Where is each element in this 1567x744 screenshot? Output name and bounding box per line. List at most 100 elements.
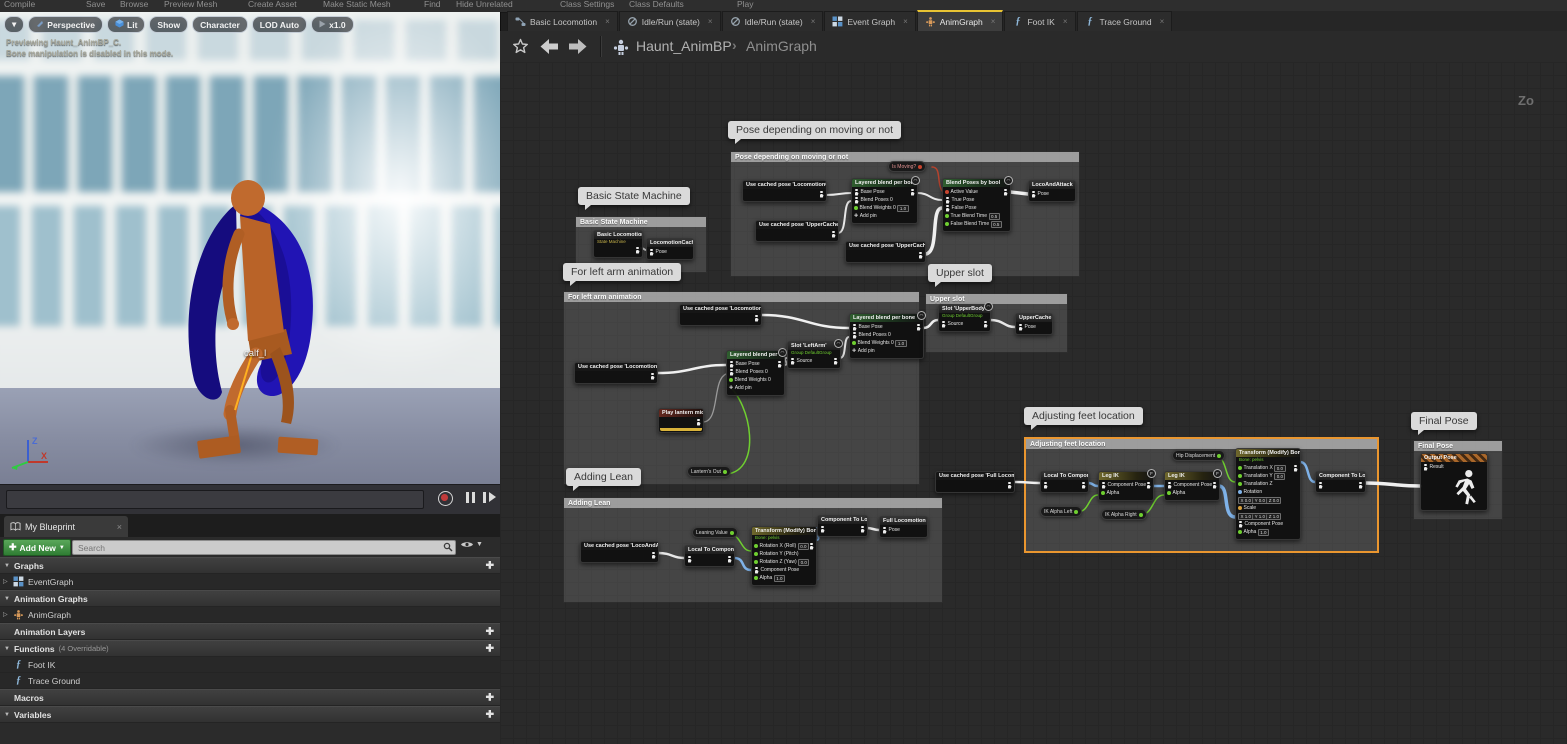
expander-icon[interactable]: ▼: [4, 712, 10, 718]
data-pin-icon[interactable]: [1238, 490, 1242, 494]
data-pin-icon[interactable]: [754, 544, 758, 548]
node-use-cached-pose-locoandattack[interactable]: Use cached pose 'LocoAndAttack': [580, 541, 659, 563]
data-pin-icon[interactable]: [1167, 491, 1171, 495]
pause-button[interactable]: [466, 492, 469, 503]
pose-pin-icon[interactable]: [945, 197, 950, 204]
node-leg-ik[interactable]: FLeg IKComponent PoseAlpha: [1164, 471, 1220, 501]
node-local-to-component[interactable]: Local To Component: [1040, 471, 1089, 493]
data-pin-icon[interactable]: [852, 341, 856, 345]
pose-pin-icon[interactable]: [727, 556, 732, 563]
data-pin-icon[interactable]: [1238, 474, 1242, 478]
record-button[interactable]: [438, 491, 453, 506]
pose-pin-icon[interactable]: [854, 189, 859, 196]
section-animation-layers[interactable]: Animation Layers✚: [0, 623, 500, 640]
pose-pin-icon[interactable]: [1293, 465, 1298, 472]
node-output-pose[interactable]: Output PoseResult: [1420, 453, 1488, 511]
tree-item-eventgraph[interactable]: ▷EventGraph: [0, 574, 500, 590]
add-button[interactable]: ✚: [486, 643, 494, 654]
variable-pill-ik-alpha-left[interactable]: IK Alpha Left: [1040, 506, 1082, 517]
pose-pin-icon[interactable]: [1167, 482, 1172, 489]
pin-value[interactable]: 1.0: [1258, 529, 1269, 537]
viewport-lit-button[interactable]: Lit: [107, 16, 145, 33]
node-layered-blend-per-bone[interactable]: ◠Layered blend per boneBase PoseBlend Po…: [851, 178, 918, 224]
graph-canvas[interactable]: Zo Pose depending on moving or notPose d…: [500, 62, 1567, 744]
pose-pin-icon[interactable]: [1358, 482, 1363, 489]
variable-pill-leaning-value[interactable]: Leaning Value: [692, 527, 738, 538]
pose-pin-icon[interactable]: [809, 543, 814, 550]
toolbar-class-defaults-button[interactable]: Class Defaults: [629, 0, 684, 9]
search-box[interactable]: [72, 540, 456, 555]
node-play-lantern-middle[interactable]: Play lantern middle: [658, 408, 704, 433]
close-icon[interactable]: ×: [1160, 17, 1165, 26]
tab-basic-locomotion[interactable]: Basic Locomotion×: [507, 11, 618, 31]
pose-pin-icon[interactable]: [1238, 521, 1243, 528]
view-options-button[interactable]: ▼: [460, 540, 483, 549]
tab-event-graph[interactable]: Event Graph×: [824, 11, 915, 31]
tab-trace-ground[interactable]: ƒTrace Ground×: [1077, 11, 1173, 31]
pose-pin-icon[interactable]: [820, 526, 825, 533]
tree-item-foot-ik[interactable]: ƒFoot IK: [0, 657, 500, 673]
pose-pin-icon[interactable]: [882, 527, 887, 534]
section-variables[interactable]: ▼Variables✚: [0, 706, 500, 723]
node-blend-poses-by-bool[interactable]: ◠Blend Poses by boolActive ValueTrue Pos…: [942, 178, 1011, 232]
pin-value[interactable]: X 0.0 | Y 0.0 | Z 0.0: [1238, 497, 1281, 505]
close-icon[interactable]: ×: [117, 522, 122, 532]
tab-idle-run-state[interactable]: Idle/Run (state)×: [722, 11, 824, 31]
pose-pin-icon[interactable]: [833, 358, 838, 365]
pose-pin-icon[interactable]: [754, 567, 759, 574]
section-animation-graphs[interactable]: ▼Animation Graphs: [0, 590, 500, 607]
step-forward-icon[interactable]: [489, 492, 496, 502]
pose-pin-icon[interactable]: [910, 189, 915, 196]
pose-pin-icon[interactable]: [649, 249, 654, 256]
data-pin-icon[interactable]: [945, 222, 949, 226]
close-icon[interactable]: ×: [1063, 17, 1068, 26]
data-pin-icon[interactable]: [1139, 513, 1143, 517]
viewport-perspective-button[interactable]: Perspective: [28, 16, 103, 33]
variable-pill-ik-alpha-right[interactable]: IK Alpha Right: [1101, 509, 1147, 520]
pin-value[interactable]: 0.5: [989, 213, 1000, 221]
pose-pin-icon[interactable]: [729, 361, 734, 368]
variable-pill-is-moving[interactable]: Is Moving?: [888, 161, 926, 172]
pose-pin-icon[interactable]: [819, 191, 824, 198]
pose-pin-icon[interactable]: [790, 358, 795, 365]
add-button[interactable]: ✚: [486, 626, 494, 637]
add-button[interactable]: ✚: [486, 692, 494, 703]
tree-item-animgraph[interactable]: ▷AnimGraph: [0, 607, 500, 623]
pose-pin-icon[interactable]: [650, 373, 655, 380]
node-locoandattack[interactable]: LocoAndAttackPose: [1028, 180, 1076, 202]
pose-pin-icon[interactable]: [852, 324, 857, 331]
toolbar-hide-unrelated-button[interactable]: Hide Unrelated: [456, 0, 513, 9]
toolbar-save-button[interactable]: Save: [86, 0, 105, 9]
pose-pin-icon[interactable]: [635, 247, 640, 254]
data-pin-icon[interactable]: [729, 378, 733, 382]
close-icon[interactable]: ×: [708, 17, 713, 26]
pose-pin-icon[interactable]: [1043, 482, 1048, 489]
node-use-cached-pose-locomotioncache[interactable]: Use cached pose 'LocomotionCache': [679, 304, 762, 326]
section-graphs[interactable]: ▼Graphs✚: [0, 557, 500, 574]
pose-pin-icon[interactable]: [1212, 482, 1217, 489]
favorite-star-icon[interactable]: [512, 38, 529, 55]
data-pin-icon[interactable]: [1238, 530, 1242, 534]
close-icon[interactable]: ×: [605, 17, 610, 26]
breadcrumb-current[interactable]: AnimGraph: [746, 38, 817, 54]
tab-animgraph[interactable]: AnimGraph×: [917, 10, 1004, 31]
data-pin-icon[interactable]: [730, 531, 734, 535]
node-slot-leftarm[interactable]: ◠Slot 'LeftArm'Group DefaultGroupSource: [787, 341, 841, 369]
node-layered-blend-per-bone[interactable]: ◠Layered blend per boneBase PoseBlend Po…: [849, 313, 924, 359]
toolbar-make-static-mesh-button[interactable]: Make Static Mesh: [323, 0, 391, 9]
pose-pin-icon[interactable]: [1031, 191, 1036, 198]
expander-icon[interactable]: ▷: [3, 611, 9, 618]
viewport-character-button[interactable]: Character: [192, 16, 248, 33]
expander-icon[interactable]: ▼: [4, 596, 10, 602]
forward-arrow-icon[interactable]: [568, 38, 587, 55]
breadcrumb-root[interactable]: Haunt_AnimBP: [636, 38, 732, 54]
step-forward-button[interactable]: [483, 492, 486, 503]
close-icon[interactable]: ×: [991, 17, 996, 26]
pose-pin-icon[interactable]: [852, 332, 857, 339]
add-pin-icon[interactable]: ✚: [854, 213, 858, 219]
toolbar-find-button[interactable]: Find: [424, 0, 441, 9]
viewport-x1-0-button[interactable]: x1.0: [311, 16, 354, 33]
node-component-to-local[interactable]: Component To Local: [1315, 471, 1366, 493]
expander-icon[interactable]: ▼: [4, 563, 10, 569]
data-pin-icon[interactable]: [1217, 454, 1221, 458]
